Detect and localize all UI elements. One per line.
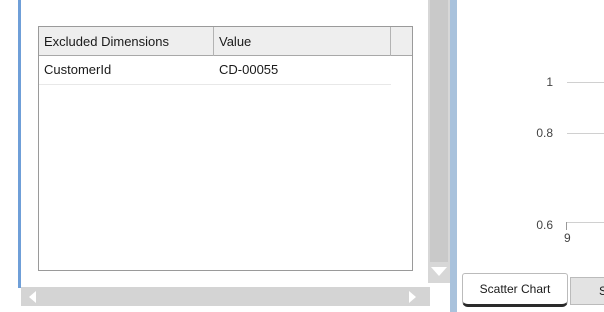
chart-tab-bar: Scatter Chart S bbox=[457, 270, 604, 312]
scatter-chart: 1 0.8 0.6 9 bbox=[457, 0, 604, 270]
gridline bbox=[567, 133, 604, 134]
dimensions-pane: Excluded Dimensions Value CustomerId CD-… bbox=[0, 0, 450, 312]
y-tick-label: 0.6 bbox=[536, 218, 553, 232]
x-tick-label: 9 bbox=[564, 231, 571, 245]
scroll-right-arrow-icon[interactable] bbox=[409, 291, 416, 303]
horizontal-scrollbar[interactable] bbox=[21, 287, 430, 306]
table-body: CustomerId CD-00055 bbox=[39, 57, 412, 270]
excluded-dimensions-table: Excluded Dimensions Value CustomerId CD-… bbox=[38, 26, 413, 271]
table-header: Excluded Dimensions Value bbox=[39, 27, 412, 56]
dimension-cell: CustomerId bbox=[44, 62, 112, 77]
column-header-excluded-dimensions[interactable]: Excluded Dimensions bbox=[39, 27, 214, 56]
table-row[interactable]: CustomerId CD-00055 bbox=[39, 57, 391, 85]
scroll-down-arrow-icon[interactable] bbox=[431, 267, 447, 276]
value-cell: CD-00055 bbox=[219, 62, 279, 77]
gridline bbox=[567, 82, 604, 83]
scroll-left-arrow-icon[interactable] bbox=[29, 291, 36, 303]
column-header-value[interactable]: Value bbox=[214, 27, 391, 56]
vertical-scrollbar-thumb[interactable] bbox=[430, 0, 448, 262]
gridline bbox=[567, 222, 604, 223]
tab-scatter-chart[interactable]: Scatter Chart bbox=[462, 273, 568, 307]
column-header-filler bbox=[391, 27, 412, 56]
y-tick-label: 0.8 bbox=[536, 126, 553, 140]
vertical-scrollbar[interactable] bbox=[428, 0, 450, 283]
y-tick-label: 1 bbox=[546, 75, 553, 89]
y-axis bbox=[566, 222, 567, 230]
tab-next[interactable]: S bbox=[570, 277, 604, 305]
pane-splitter[interactable] bbox=[450, 0, 457, 312]
